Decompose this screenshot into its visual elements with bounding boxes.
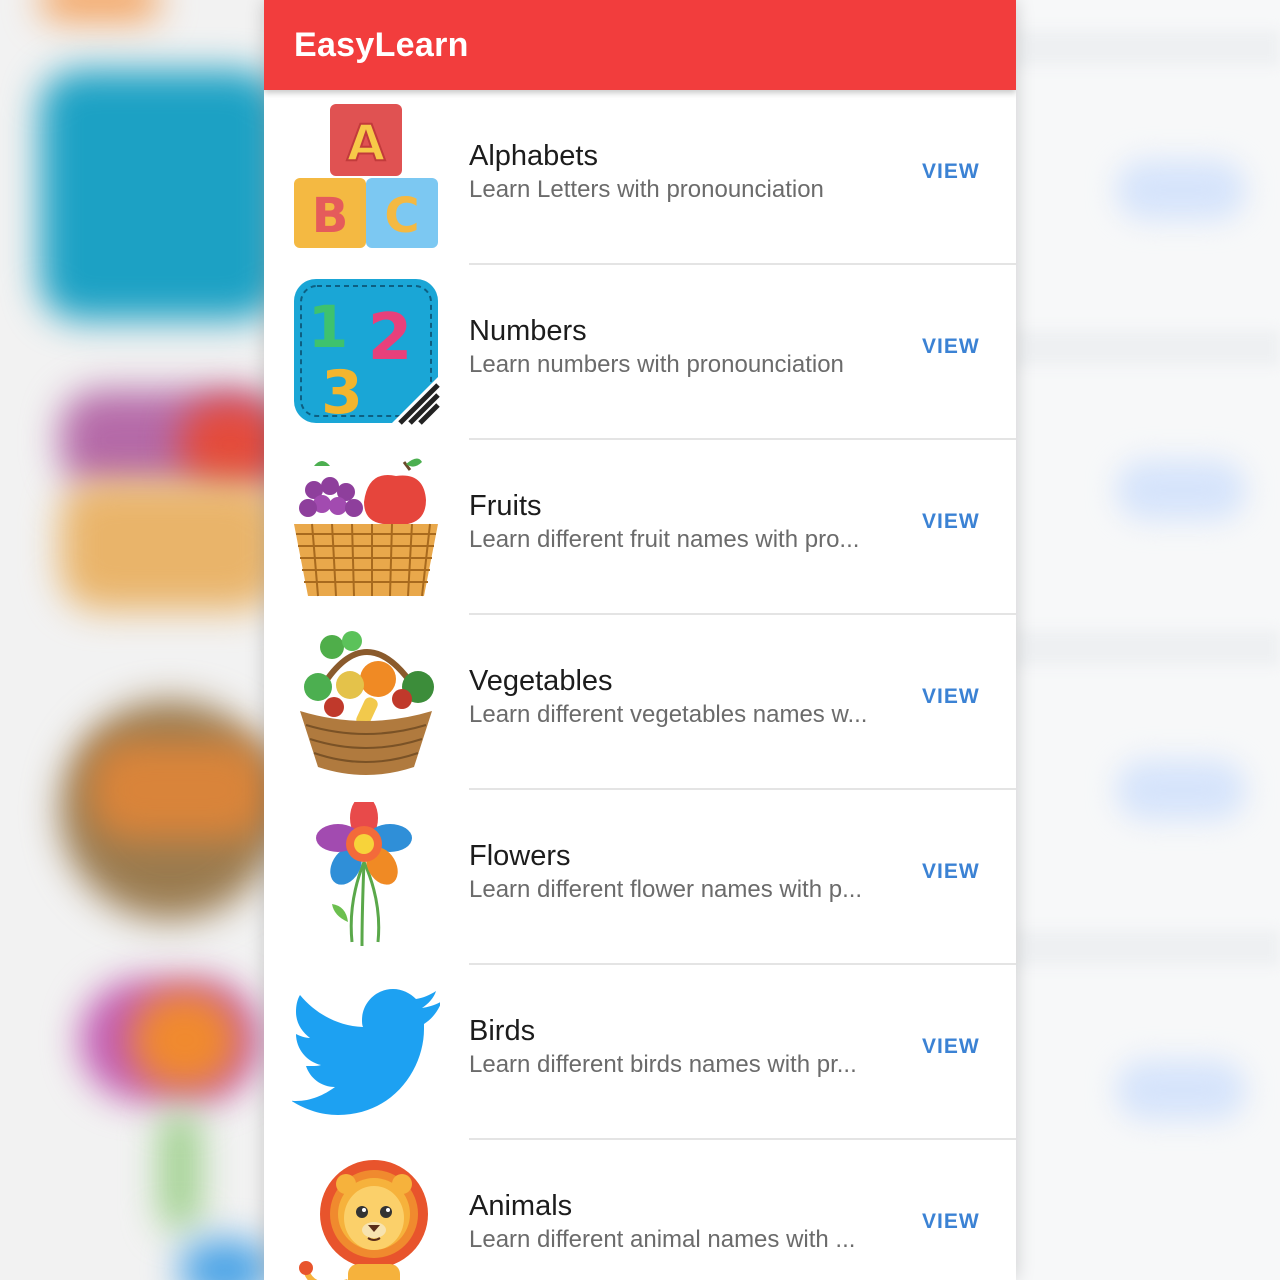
item-subtitle: Learn different fruit names with pro... <box>469 526 860 553</box>
view-button[interactable]: VIEW <box>922 335 980 359</box>
view-button[interactable]: VIEW <box>922 160 980 184</box>
item-subtitle: Learn different flower names with p... <box>469 876 863 903</box>
item-title: Alphabets <box>469 140 598 172</box>
category-list: A B C Alphabets Learn Letters with prono… <box>264 90 1016 1280</box>
item-title: Vegetables <box>469 665 613 697</box>
item-subtitle: Learn numbers with pronounciation <box>469 351 844 378</box>
view-button[interactable]: VIEW <box>922 1035 980 1059</box>
fruit-basket-icon <box>292 452 440 600</box>
list-item[interactable]: 1 2 3 Numbers Learn numbers with pronoun… <box>264 265 1016 440</box>
list-item[interactable]: Vegetables Learn different vegetables na… <box>264 615 1016 790</box>
item-title: Birds <box>469 1015 536 1047</box>
item-subtitle: Learn different vegetables names w... <box>469 701 868 728</box>
view-button[interactable]: VIEW <box>922 1210 980 1234</box>
svg-text:A: A <box>347 114 386 172</box>
bird-icon <box>292 977 440 1125</box>
svg-text:B: B <box>312 188 349 244</box>
item-subtitle: Learn different birds names with pr... <box>469 1051 857 1078</box>
item-title: Numbers <box>469 315 587 347</box>
app-bar: EasyLearn <box>264 0 1016 90</box>
lion-icon <box>292 1152 440 1280</box>
item-title: Fruits <box>469 490 542 522</box>
view-button[interactable]: VIEW <box>922 510 980 534</box>
item-subtitle: Learn different animal names with ... <box>469 1226 856 1253</box>
view-button[interactable]: VIEW <box>922 860 980 884</box>
item-title: Animals <box>469 1190 573 1222</box>
item-subtitle: Learn Letters with pronounciation <box>469 176 824 203</box>
abc-blocks-icon: A B C <box>292 102 440 250</box>
svg-text:3: 3 <box>321 358 363 425</box>
item-title: Flowers <box>469 840 571 872</box>
flower-bouquet-icon <box>292 802 440 950</box>
svg-text:C: C <box>384 188 419 244</box>
background-right-blur <box>1016 0 1280 1280</box>
vegetable-basket-icon <box>292 627 440 775</box>
app-title: EasyLearn <box>294 25 469 64</box>
list-item[interactable]: Birds Learn different birds names with p… <box>264 965 1016 1140</box>
list-item[interactable]: A B C Alphabets Learn Letters with prono… <box>264 90 1016 265</box>
svg-text:1: 1 <box>308 293 348 361</box>
numbers-123-icon: 1 2 3 <box>292 277 440 425</box>
app-screen: EasyLearn A B C Alphabets Learn Letters … <box>264 0 1016 1280</box>
background-left-blur <box>0 0 264 1280</box>
list-item[interactable]: Fruits Learn different fruit names with … <box>264 440 1016 615</box>
svg-text:2: 2 <box>368 301 413 375</box>
list-item[interactable]: Flowers Learn different flower names wit… <box>264 790 1016 965</box>
list-item[interactable]: Animals Learn different animal names wit… <box>264 1140 1016 1280</box>
view-button[interactable]: VIEW <box>922 685 980 709</box>
